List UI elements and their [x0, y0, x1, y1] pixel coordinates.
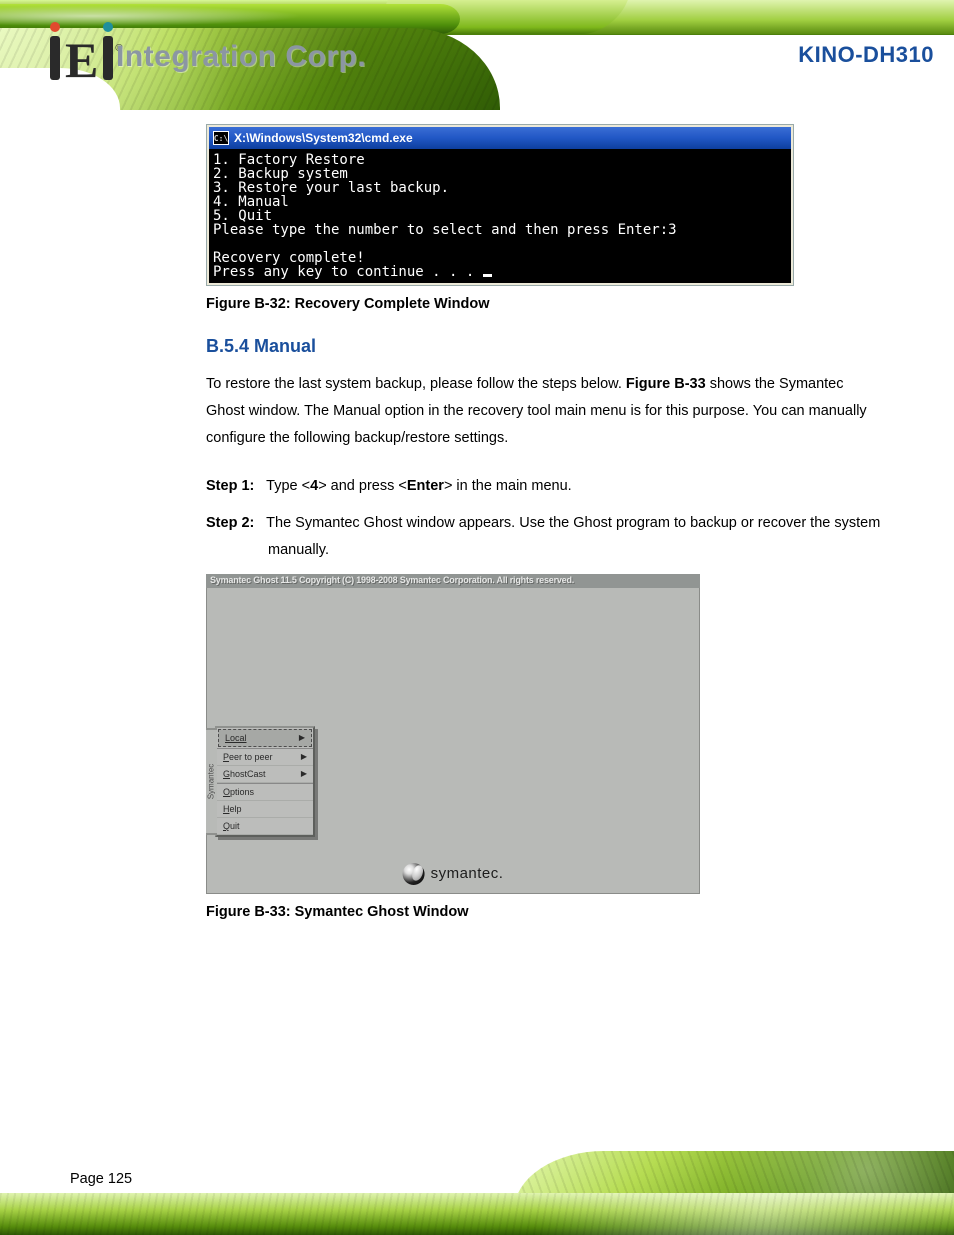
brand-text: Integration Corp. [116, 40, 366, 74]
ghost-menu-help[interactable]: Help [217, 801, 313, 818]
ghost-menu[interactable]: Symantec Local ▶ Peer to peer ▶ GhostCas… [215, 726, 315, 837]
step-text: > and press < [318, 478, 407, 494]
cmd-body: 1. Factory Restore 2. Backup system 3. R… [209, 149, 791, 283]
figure-caption-1: Figure B-32: Recovery Complete Window [206, 296, 884, 312]
cmd-icon: C:\ [213, 131, 229, 145]
cmd-line: Press any key to continue . . . [213, 264, 483, 280]
logo-dot-red [50, 22, 60, 32]
logo-i-right [103, 36, 113, 80]
ghost-menu-local[interactable]: Local ▶ [218, 729, 312, 747]
chevron-right-icon: ▶ [301, 752, 307, 761]
ghost-window: Symantec Ghost 11.5 Copyright (C) 1998-2… [206, 574, 700, 894]
cmd-cursor [483, 274, 492, 277]
symantec-text: symantec. [431, 865, 504, 882]
ghost-menu-quit[interactable]: Quit [217, 818, 313, 835]
steps-list: Step 1: Type <4> and press <Enter> in th… [206, 473, 884, 563]
section-para: To restore the last system backup, pleas… [206, 371, 884, 451]
ghost-menu-tab: Symantec [206, 728, 217, 835]
step-1: Step 1: Type <4> and press <Enter> in th… [206, 473, 884, 500]
chevron-right-icon: ▶ [301, 769, 307, 778]
logo-i-left [50, 36, 60, 80]
logo-e: E [65, 40, 98, 80]
section-heading: B.5.4 Manual [206, 336, 884, 357]
page-number: Page 125 [70, 1171, 132, 1187]
header-banner: E ® Integration Corp. KINO-DH310 [0, 0, 954, 112]
ghost-menu-options[interactable]: Options [217, 783, 313, 801]
step-no: Step 2: [206, 515, 254, 531]
cmd-window: C:\ X:\Windows\System32\cmd.exe 1. Facto… [206, 124, 794, 286]
menu-label: Local [225, 733, 247, 743]
symantec-icon [403, 863, 425, 885]
ghost-menu-peer[interactable]: Peer to peer ▶ [217, 748, 313, 766]
step-2: Step 2: The Symantec Ghost window appear… [206, 510, 884, 564]
ghost-body: Symantec Local ▶ Peer to peer ▶ GhostCas… [206, 588, 700, 894]
step-text: The Symantec Ghost window appears. Use t… [266, 515, 880, 558]
page-content: C:\ X:\Windows\System32\cmd.exe 1. Facto… [0, 112, 954, 944]
header-right: KINO-DH310 [798, 42, 934, 68]
symantec-logo: symantec. [403, 863, 504, 885]
iei-logo: E ® [50, 22, 123, 80]
footer-base [0, 1193, 954, 1235]
ghost-menu-ghostcast[interactable]: GhostCast ▶ [217, 766, 313, 783]
step-text: > in the main menu. [444, 478, 572, 494]
step-key: Enter [407, 478, 444, 494]
model-name: KINO-DH310 [798, 42, 934, 68]
step-text: Type < [266, 478, 310, 494]
logo-dot-teal [103, 22, 113, 32]
figure-caption-2: Figure B-33: Symantec Ghost Window [206, 904, 884, 920]
chevron-right-icon: ▶ [299, 733, 305, 742]
ghost-titlebar: Symantec Ghost 11.5 Copyright (C) 1998-2… [206, 574, 700, 588]
cmd-line: Please type the number to select and the… [213, 222, 677, 238]
footer-banner: Page 125 [0, 1131, 954, 1235]
step-key: 4 [310, 478, 318, 494]
step-no: Step 1: [206, 478, 254, 494]
cmd-titlebar: C:\ X:\Windows\System32\cmd.exe [209, 127, 791, 149]
cmd-title-text: X:\Windows\System32\cmd.exe [234, 131, 413, 145]
para-pre: To restore the last system backup, pleas… [206, 376, 622, 392]
